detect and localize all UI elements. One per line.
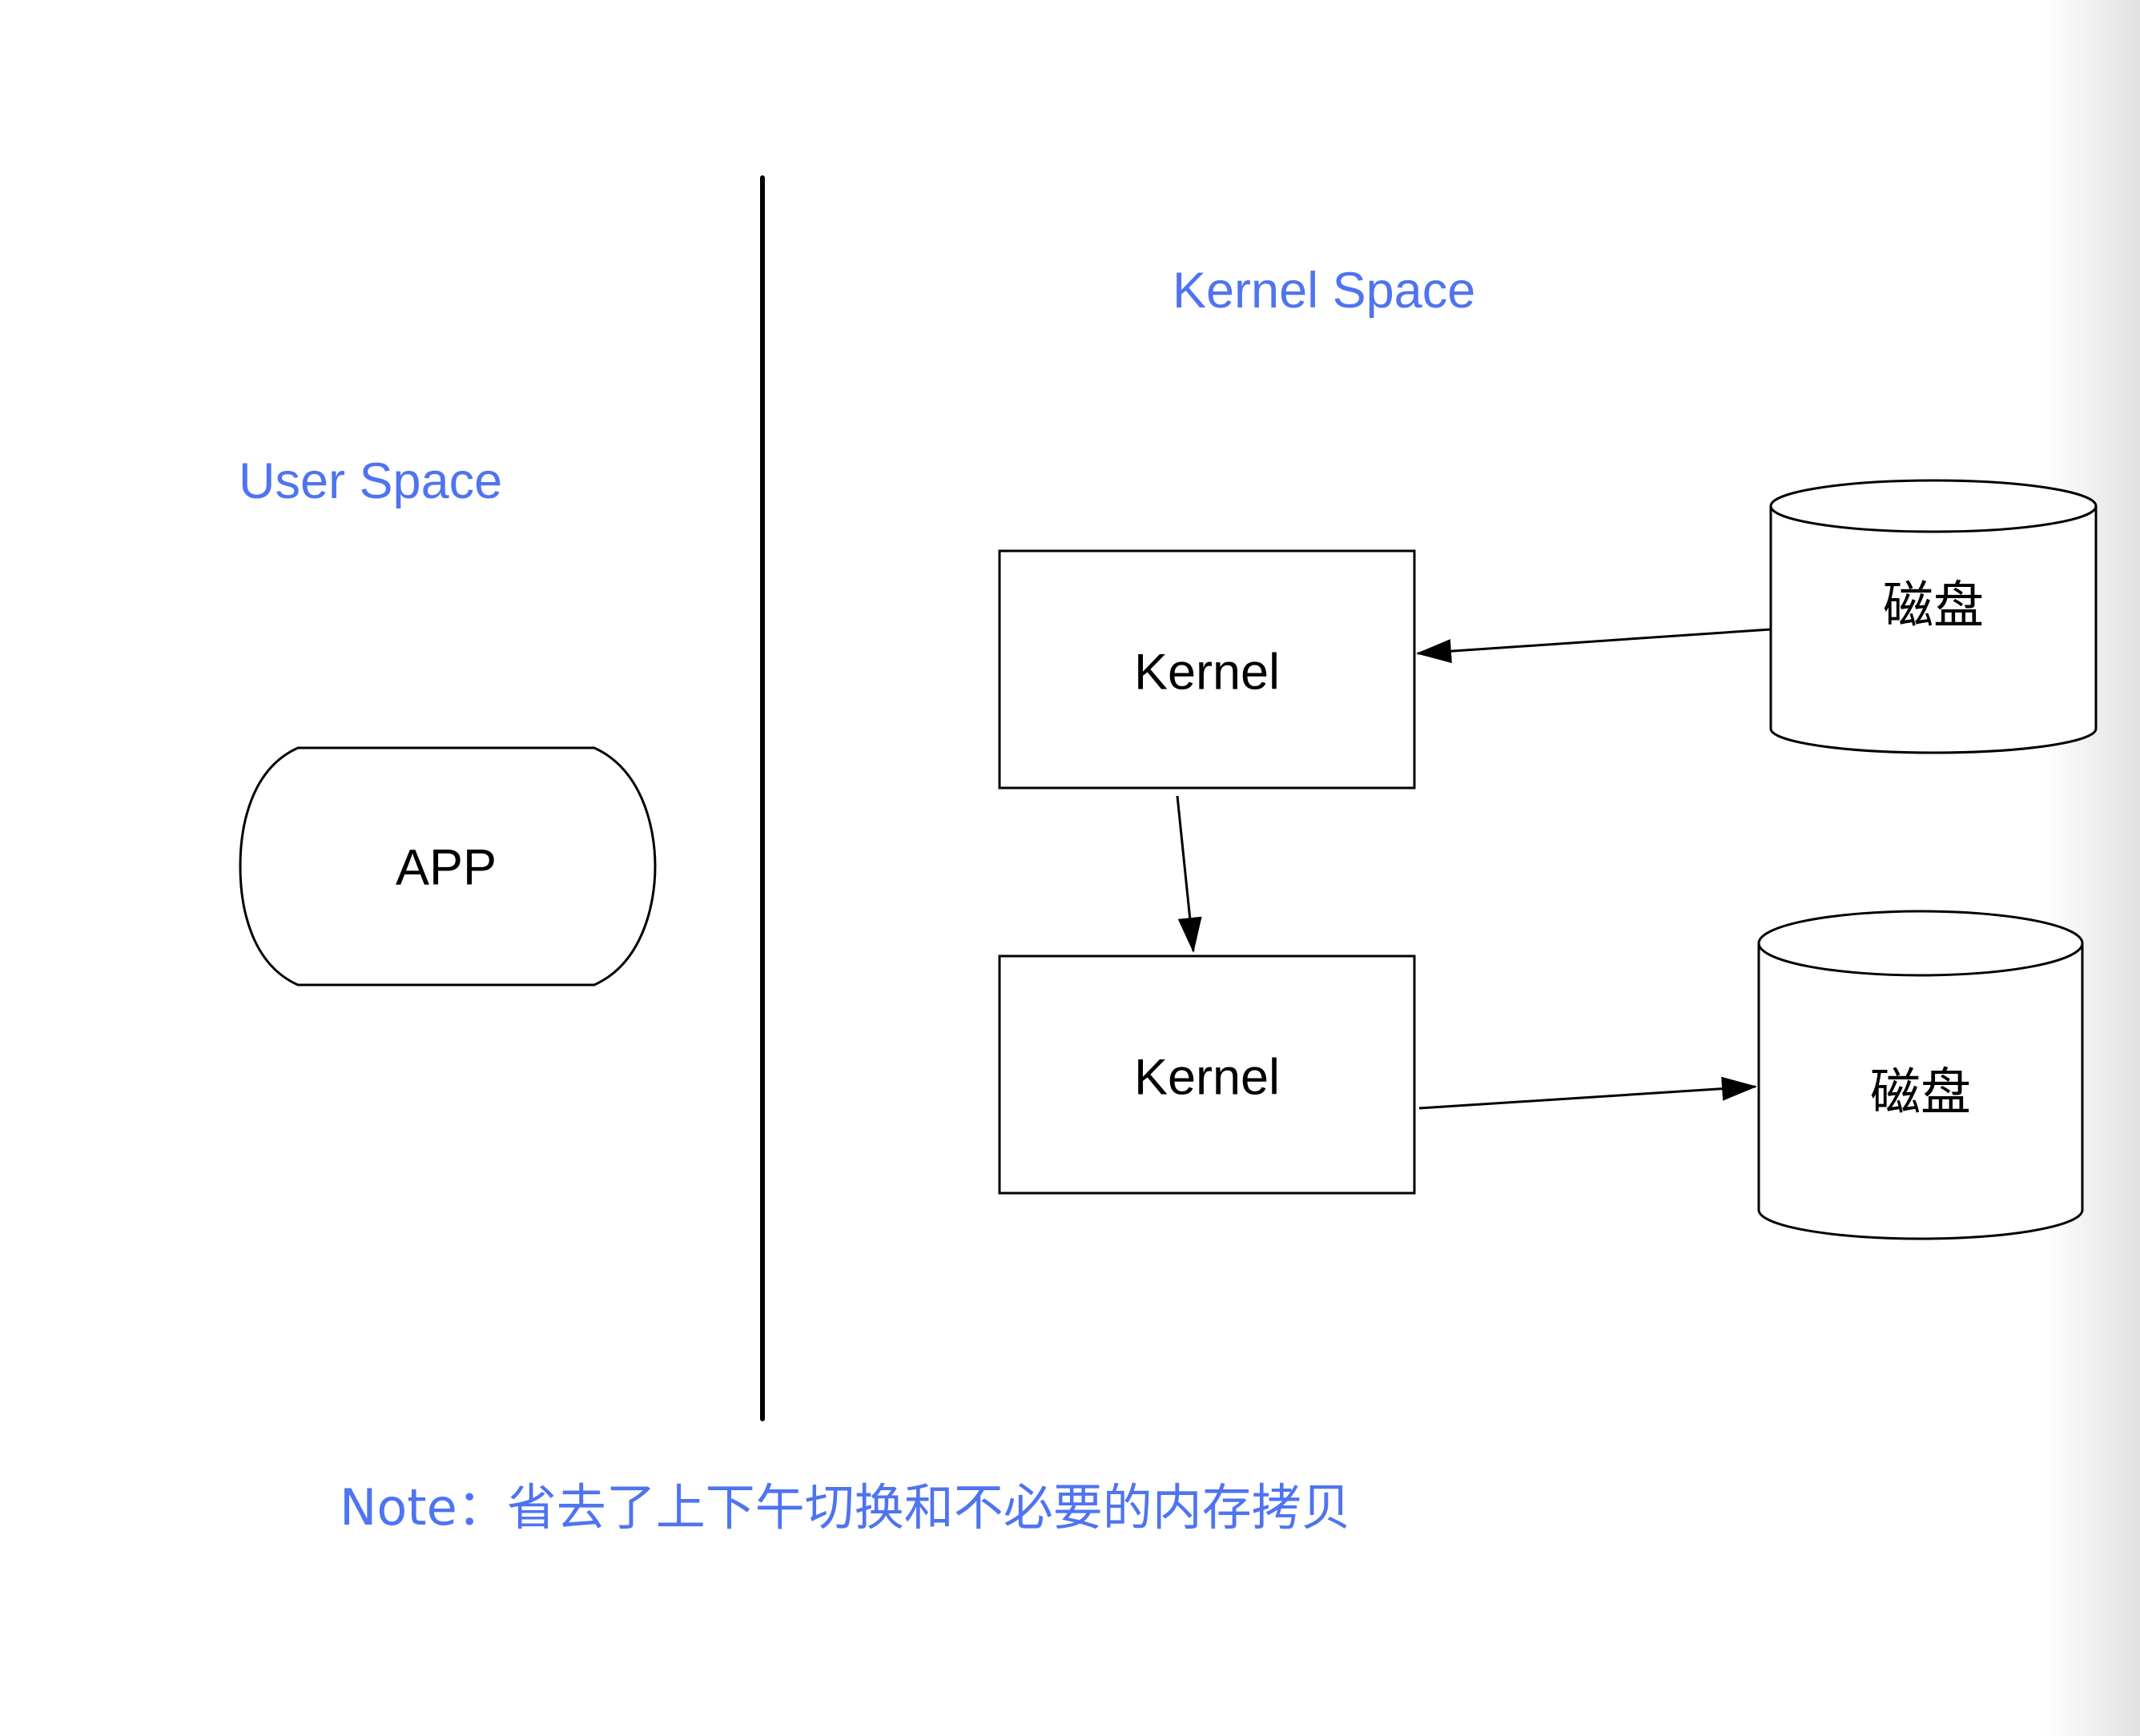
disk-top-label: 磁盘 bbox=[1883, 576, 1984, 635]
arrow-kernel-to-kernel bbox=[1176, 795, 1202, 953]
disk-bottom-label: 磁盘 bbox=[1870, 1063, 1971, 1122]
arrow-kernel-to-disk bbox=[1418, 1076, 1757, 1110]
diagram-canvas: User Space Kernel Space Note：省去了上下午切换和不必… bbox=[0, 0, 2140, 1736]
kernel-bottom-label: Kernel bbox=[1133, 1049, 1281, 1106]
arrow-disk-to-kernel bbox=[1416, 628, 1772, 664]
diagram-svg bbox=[239, 175, 2098, 1421]
note-label: Note：省去了上下午切换和不必要的内存拷贝 bbox=[340, 1478, 1351, 1537]
kernel-space-label: Kernel Space bbox=[1173, 263, 1476, 319]
user-space-label: User Space bbox=[239, 453, 503, 509]
kernel-top-label: Kernel bbox=[1133, 644, 1281, 701]
app-node-label: APP bbox=[395, 839, 497, 896]
